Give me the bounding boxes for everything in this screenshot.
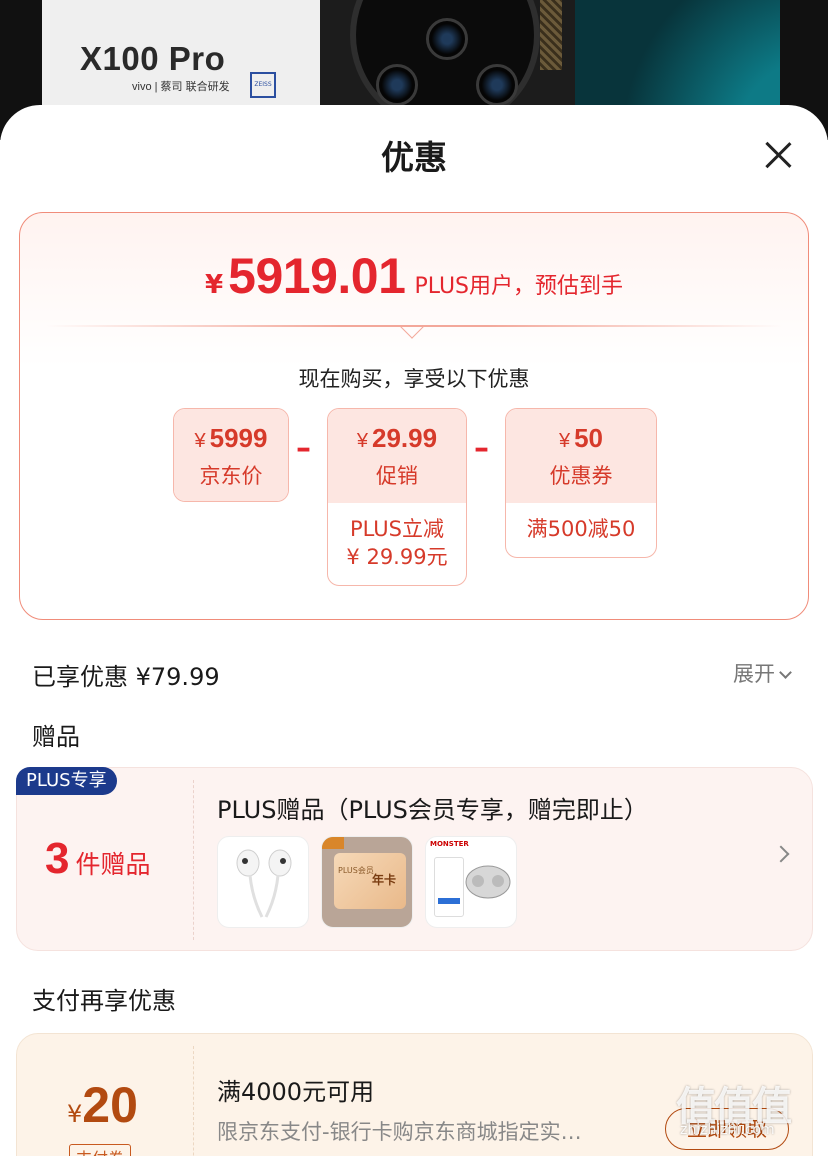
jd-price-head: ¥5999 京东价 [174, 409, 288, 501]
coupon-discount-head: ¥50 优惠券 [506, 409, 656, 503]
zeiss-logo-icon: ZEISS [250, 72, 276, 98]
coupon-discount-card: ¥50 优惠券 满500减50 [505, 408, 657, 558]
promotion-label: 促销 [376, 464, 418, 488]
earbuds-icon [465, 865, 511, 899]
jd-price-card: ¥5999 京东价 [173, 408, 289, 502]
camera-lens-icon [376, 64, 418, 106]
coupon-description: 限京东支付-银行卡购京东商城指定实… [217, 1120, 582, 1144]
jd-price-label: 京东价 [199, 464, 263, 488]
estimated-price: 5919.01 [228, 248, 406, 304]
earphones-thumbnail[interactable] [217, 836, 309, 928]
coupon-amount: ¥20 [67, 1076, 138, 1134]
coupon-type-tag: 支付券 [69, 1144, 132, 1156]
minus-sign: – [474, 431, 489, 466]
estimated-price-desc: PLUS用户，预估到手 [414, 274, 624, 299]
gift-separator [193, 780, 194, 940]
banner-model-name: X100 Pro [80, 40, 226, 77]
plus-exclusive-badge: PLUS专享 [16, 767, 117, 795]
enjoyed-discount-label: 已享优惠 ¥79.99 [32, 663, 220, 691]
promotion-detail: PLUS立减 ¥ 29.99元 [328, 503, 466, 571]
coupon-discount-amount: ¥50 [558, 423, 604, 453]
currency-symbol: ¥ [204, 270, 224, 300]
expand-button[interactable]: 展开 [733, 658, 792, 688]
coupon-separator [193, 1046, 194, 1156]
promotion-head: ¥29.99 促销 [328, 409, 466, 503]
promotion-detail-line1: PLUS立减 [349, 517, 445, 541]
expand-label: 展开 [733, 662, 775, 686]
chevron-down-icon [779, 666, 792, 679]
earphones-icon [236, 849, 292, 918]
gift-count: 3 件赠品 [45, 834, 151, 884]
coupon-currency: ¥ [67, 1100, 83, 1128]
plus-card-year-text: 年卡 [372, 873, 397, 887]
now-buy-text: 现在购买，享受以下优惠 [298, 367, 530, 391]
estimated-price-line: ¥ 5919.01 PLUS用户，预估到手 [20, 247, 808, 305]
promotion-amount: ¥29.99 [356, 423, 438, 453]
coupon-title: 满4000元可用 [217, 1078, 375, 1106]
price-summary-box: ¥ 5919.01 PLUS用户，预估到手 现在购买，享受以下优惠 ¥5999 … [19, 212, 809, 620]
payment-section-label: 支付再享优惠 [32, 987, 176, 1015]
gift-count-number: 3 [45, 834, 70, 883]
gift-count-unit: 件赠品 [75, 850, 151, 879]
plus-card-small-text: PLUS会员 [338, 866, 374, 875]
sheet-title: 优惠 [381, 138, 447, 177]
banner-brand-text: vivo | 蔡司 联合研发 [132, 81, 230, 93]
card-corner-tag [322, 837, 344, 849]
promotion-card: ¥29.99 促销 PLUS立减 ¥ 29.99元 [327, 408, 467, 586]
watermark-url: zhizhizhi.com [680, 1122, 775, 1138]
jd-price-amount: ¥5999 [194, 423, 268, 453]
close-icon[interactable] [758, 135, 798, 175]
coupon-amount-number: 20 [82, 1077, 138, 1133]
gifts-section-label: 赠品 [32, 723, 80, 751]
gift-title: PLUS赠品（PLUS会员专享，赠完即止） [217, 796, 648, 824]
chevron-right-icon [772, 845, 790, 863]
divider-notch-icon [399, 313, 425, 339]
minus-sign: – [296, 431, 311, 466]
plus-card-thumbnail[interactable]: PLUS会员 年卡 [321, 836, 413, 928]
promotion-detail-line2: ¥ 29.99元 [346, 545, 448, 569]
plus-gift-card[interactable]: PLUS专享 3 件赠品 PLUS赠品（PLUS会员专享，赠完即止） PLUS会员… [16, 767, 813, 951]
camera-lens-icon [476, 64, 518, 106]
banner-decor-strip [540, 0, 562, 70]
coupon-discount-detail: 满500减50 [526, 517, 636, 541]
discount-sheet: 优惠 ¥ 5919.01 PLUS用户，预估到手 现在购买，享受以下优惠 ¥59… [0, 105, 828, 1156]
monster-earbuds-thumbnail[interactable]: MONSTER [425, 836, 517, 928]
coupon-discount-label: 优惠券 [549, 464, 613, 488]
camera-lens-icon [426, 18, 468, 60]
